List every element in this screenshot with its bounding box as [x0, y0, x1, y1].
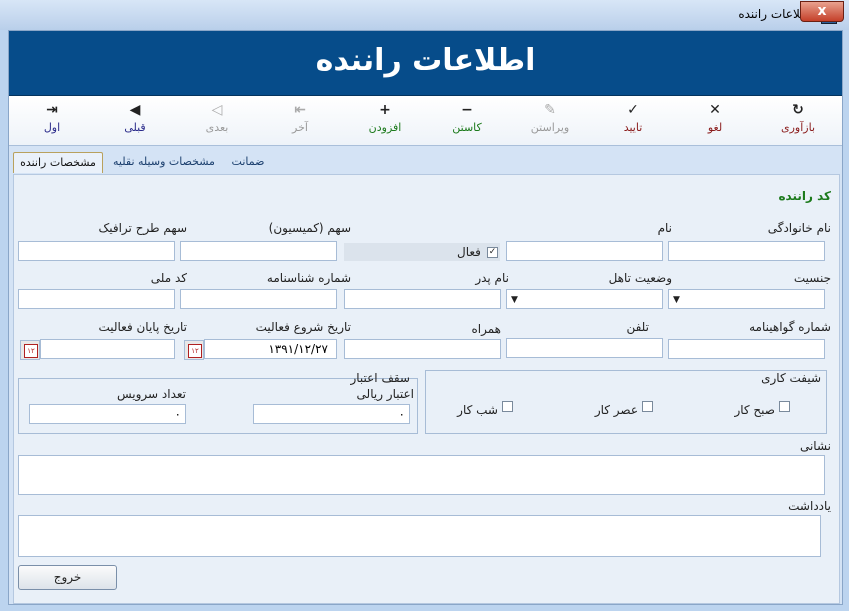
id-number-field[interactable] — [180, 289, 337, 309]
phone-label: تلفن — [626, 320, 649, 334]
first-name-field[interactable] — [506, 241, 663, 261]
close-button[interactable]: x — [800, 1, 844, 22]
gender-dropdown[interactable]: ▼ — [668, 289, 825, 309]
address-label: نشانی — [799, 439, 831, 453]
pencil-icon: ✎ — [544, 102, 556, 118]
last-name-field[interactable] — [668, 241, 825, 261]
first-button[interactable]: ⇥ اول — [17, 102, 87, 134]
section-title: کد راننده — [778, 189, 831, 203]
add-button[interactable]: + افزودن — [350, 102, 420, 134]
commission-share-label: سهم (کمیسیون) — [268, 221, 351, 235]
afternoon-shift-checkbox[interactable] — [642, 401, 653, 412]
tab-driver-details[interactable]: مشخصات راننده — [13, 152, 103, 173]
cancel-button[interactable]: ✕ لغو — [680, 102, 750, 134]
service-count-label: تعداد سرویس — [116, 387, 186, 401]
driver-form: کد راننده نام خانوادگی نام ✓ فعال سهم (ک… — [13, 174, 840, 604]
national-code-label: کد ملی — [150, 271, 187, 285]
marital-status-label: وضعیت تاهل — [608, 271, 672, 285]
afternoon-shift-label: عصر کار — [594, 403, 638, 417]
morning-shift-label: صبح کار — [734, 403, 775, 417]
license-number-field[interactable] — [668, 339, 825, 359]
start-date-field[interactable] — [204, 339, 337, 359]
last-icon: ⇤ — [294, 102, 306, 118]
first-name-label: نام — [657, 221, 672, 235]
checkmark-icon: ✓ — [627, 102, 639, 118]
tab-guarantee[interactable]: ضمانت — [227, 152, 269, 172]
address-field[interactable] — [18, 455, 825, 495]
notes-label: یادداشت — [788, 499, 831, 513]
refresh-icon: ↻ — [792, 102, 804, 118]
end-date-calendar-button[interactable]: ۱۲ — [20, 340, 40, 360]
end-date-label: تاریخ پایان فعالیت — [98, 320, 187, 334]
father-name-field[interactable] — [344, 289, 501, 309]
first-icon: ⇥ — [46, 102, 58, 118]
traffic-plan-share-field[interactable] — [18, 241, 175, 261]
national-code-field[interactable] — [18, 289, 175, 309]
next-button[interactable]: ◁ بعدی — [182, 102, 252, 134]
work-shift-label: شیفت کاری — [761, 371, 821, 385]
delete-button[interactable]: − کاستن — [432, 102, 502, 134]
plus-icon: + — [379, 102, 391, 118]
license-number-label: شماره گواهینامه — [749, 320, 831, 334]
commission-share-field[interactable] — [180, 241, 337, 261]
tab-vehicle-details[interactable]: مشخصات وسیله نقلیه — [108, 152, 220, 172]
previous-icon: ◀ — [129, 102, 141, 118]
edit-button[interactable]: ✎ ویراستن — [515, 102, 585, 134]
previous-button[interactable]: ◀ قبلی — [100, 102, 170, 134]
rial-credit-field[interactable] — [253, 404, 410, 424]
mobile-field[interactable] — [344, 339, 501, 359]
phone-field[interactable] — [506, 338, 663, 358]
main-frame: اطلاعات راننده ↻ بازآوری ✕ لغو ✓ تایید ✎… — [8, 30, 843, 605]
start-date-label: تاریخ شروع فعالیت — [255, 320, 351, 334]
id-number-label: شماره شناسنامه — [266, 271, 351, 285]
gender-label: جنسیت — [793, 271, 831, 285]
mobile-label: همراه — [471, 322, 501, 336]
confirm-button[interactable]: ✓ تایید — [598, 102, 668, 134]
last-button[interactable]: ⇤ آخر — [265, 102, 335, 134]
exit-button[interactable]: خروج — [18, 565, 117, 590]
header-banner: اطلاعات راننده — [9, 31, 842, 96]
dropdown-arrow-icon: ▼ — [673, 295, 680, 305]
calendar-icon: ۱۲ — [188, 344, 202, 358]
marital-status-dropdown[interactable]: ▼ — [506, 289, 663, 309]
next-icon: ◁ — [211, 102, 223, 118]
refresh-button[interactable]: ↻ بازآوری — [763, 102, 833, 134]
night-shift-checkbox[interactable] — [502, 401, 513, 412]
last-name-label: نام خانوادگی — [767, 221, 831, 235]
credit-cap-label: سقف اعتبار — [350, 371, 410, 385]
end-date-field[interactable] — [40, 339, 175, 359]
active-label: فعال — [457, 245, 481, 259]
notes-field[interactable] — [18, 515, 821, 557]
start-date-calendar-button[interactable]: ۱۲ — [184, 340, 204, 360]
calendar-icon: ۱۲ — [24, 344, 38, 358]
minus-icon: − — [461, 102, 473, 118]
father-name-label: نام پدر — [475, 271, 509, 285]
night-shift-label: شب کار — [457, 403, 498, 417]
toolbar: ↻ بازآوری ✕ لغو ✓ تایید ✎ ویراستن − کاست… — [9, 96, 842, 146]
cancel-x-icon: ✕ — [709, 102, 721, 118]
dropdown-arrow-icon: ▼ — [511, 295, 518, 305]
page-title: اطلاعات راننده — [315, 43, 536, 78]
service-count-field[interactable] — [29, 404, 186, 424]
tab-bar: مشخصات راننده مشخصات وسیله نقلیه ضمانت — [9, 146, 842, 174]
rial-credit-label: اعتبار ریالی — [356, 387, 414, 401]
active-checkbox[interactable]: ✓ — [487, 247, 498, 258]
title-bar: اطلاعات راننده x — [0, 0, 849, 30]
morning-shift-checkbox[interactable] — [779, 401, 790, 412]
app-window: اطلاعات راننده x اطلاعات راننده ↻ بازآور… — [0, 0, 849, 611]
traffic-plan-share-label: سهم طرح ترافیک — [98, 221, 187, 235]
